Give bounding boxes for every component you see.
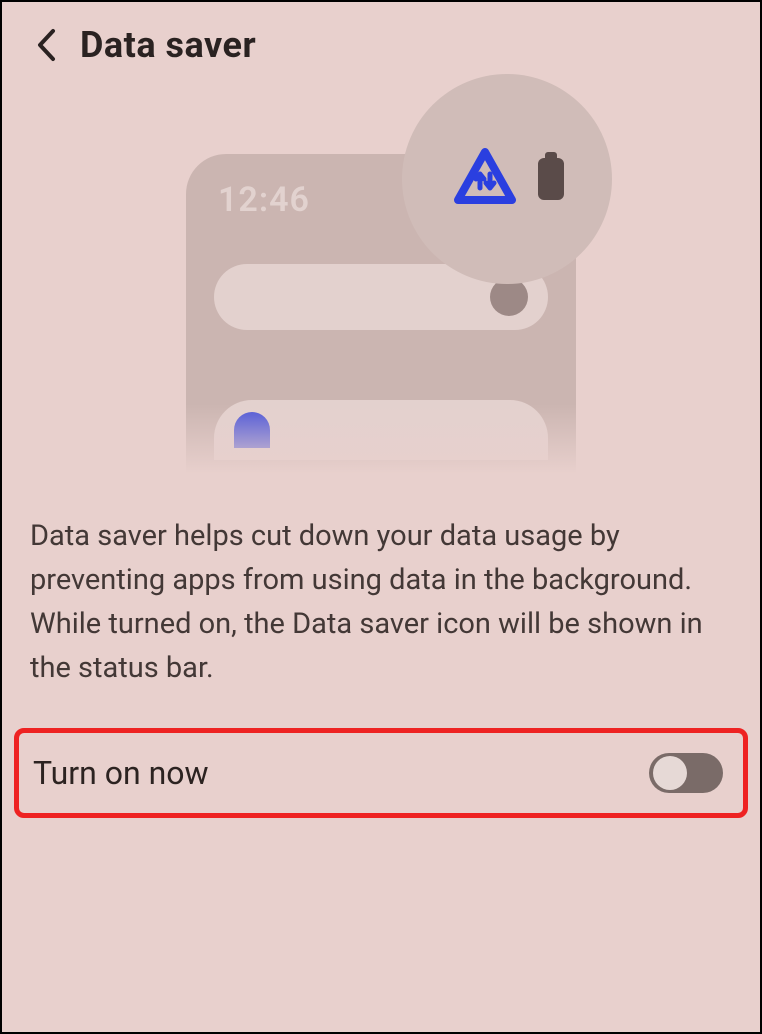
turn-on-now-toggle[interactable]: [649, 753, 723, 793]
description-text: Data saver helps cut down your data usag…: [2, 474, 760, 728]
phone-mock: 12:46: [186, 154, 576, 474]
turn-on-now-row[interactable]: Turn on now: [14, 728, 748, 818]
toggle-label: Turn on now: [33, 754, 209, 792]
magnifier: [402, 74, 612, 284]
status-time: 12:46: [218, 180, 310, 220]
data-saver-icon: [450, 146, 520, 212]
back-button[interactable]: [26, 25, 66, 65]
illustration: 12:46: [2, 84, 760, 474]
toggle-knob: [653, 756, 687, 790]
battery-icon: [538, 158, 564, 200]
chevron-left-icon: [35, 28, 57, 62]
header: Data saver: [2, 2, 760, 84]
page-title: Data saver: [80, 24, 256, 66]
fade: [146, 404, 616, 474]
